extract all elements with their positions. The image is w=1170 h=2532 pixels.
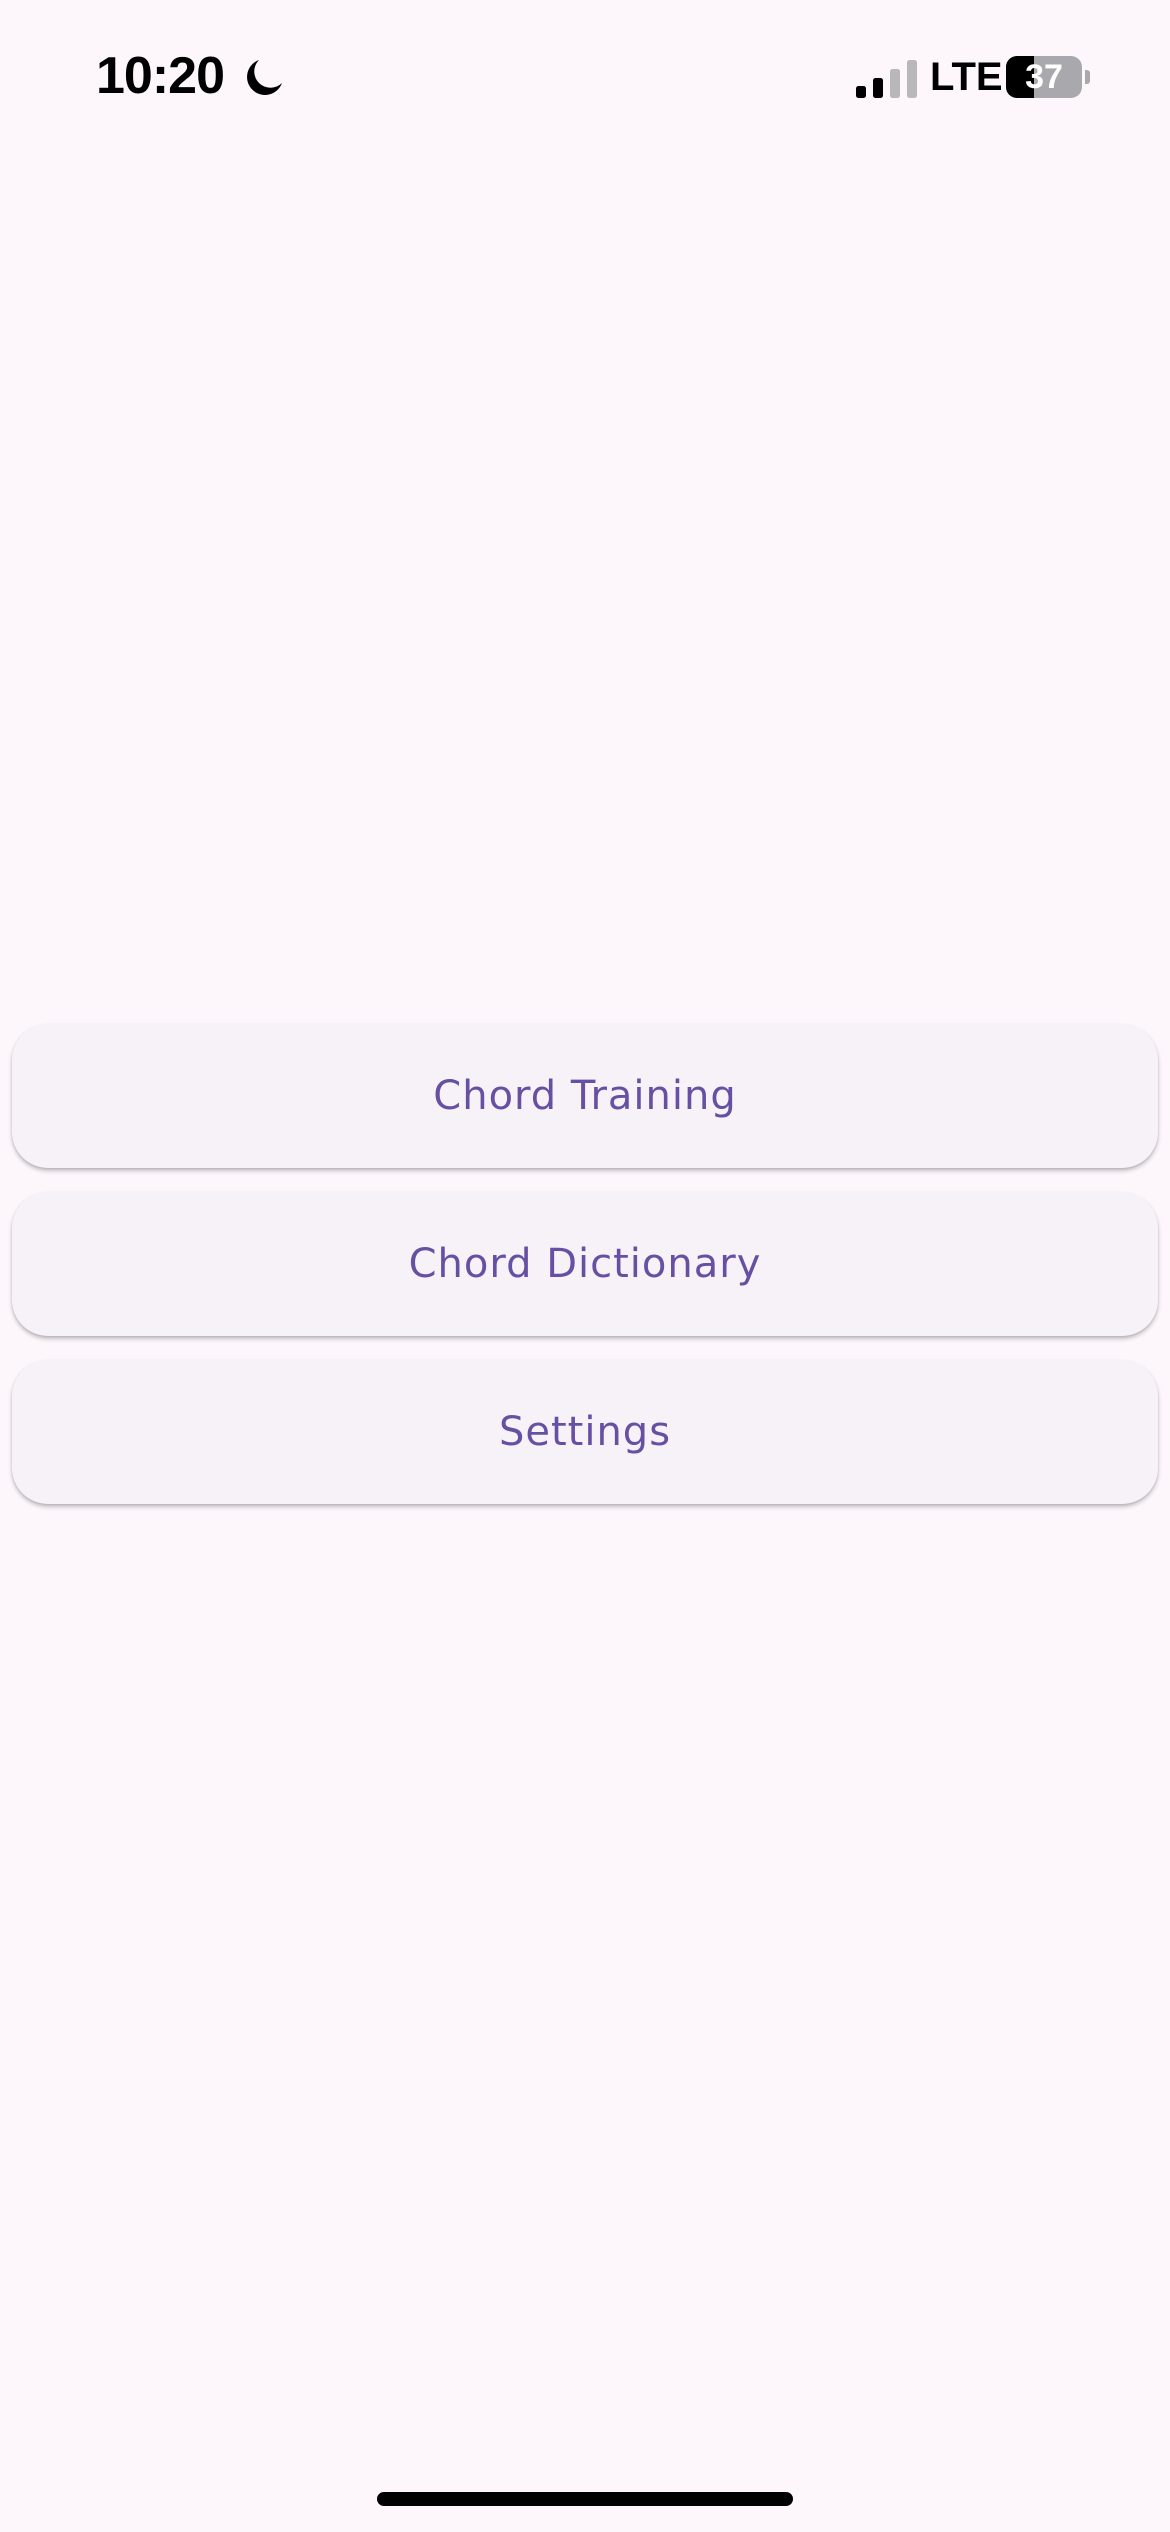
chord-training-button[interactable]: Chord Training [12,1024,1158,1168]
status-bar: 10:20 LTE 37 [0,0,1170,150]
battery-nub [1085,70,1090,84]
network-type: LTE [930,55,1003,99]
status-time: 10:20 [96,47,225,105]
battery-body: 37 [1006,56,1082,98]
chord-dictionary-button[interactable]: Chord Dictionary [12,1192,1158,1336]
battery-level: 37 [1025,58,1063,96]
main-menu: Chord Training Chord Dictionary Settings [12,1024,1158,1528]
battery-icon: 37 [1006,56,1090,98]
moon-icon [247,60,282,95]
settings-button[interactable]: Settings [12,1360,1158,1504]
cellular-signal-icon [856,60,917,98]
home-indicator[interactable] [377,2492,793,2506]
